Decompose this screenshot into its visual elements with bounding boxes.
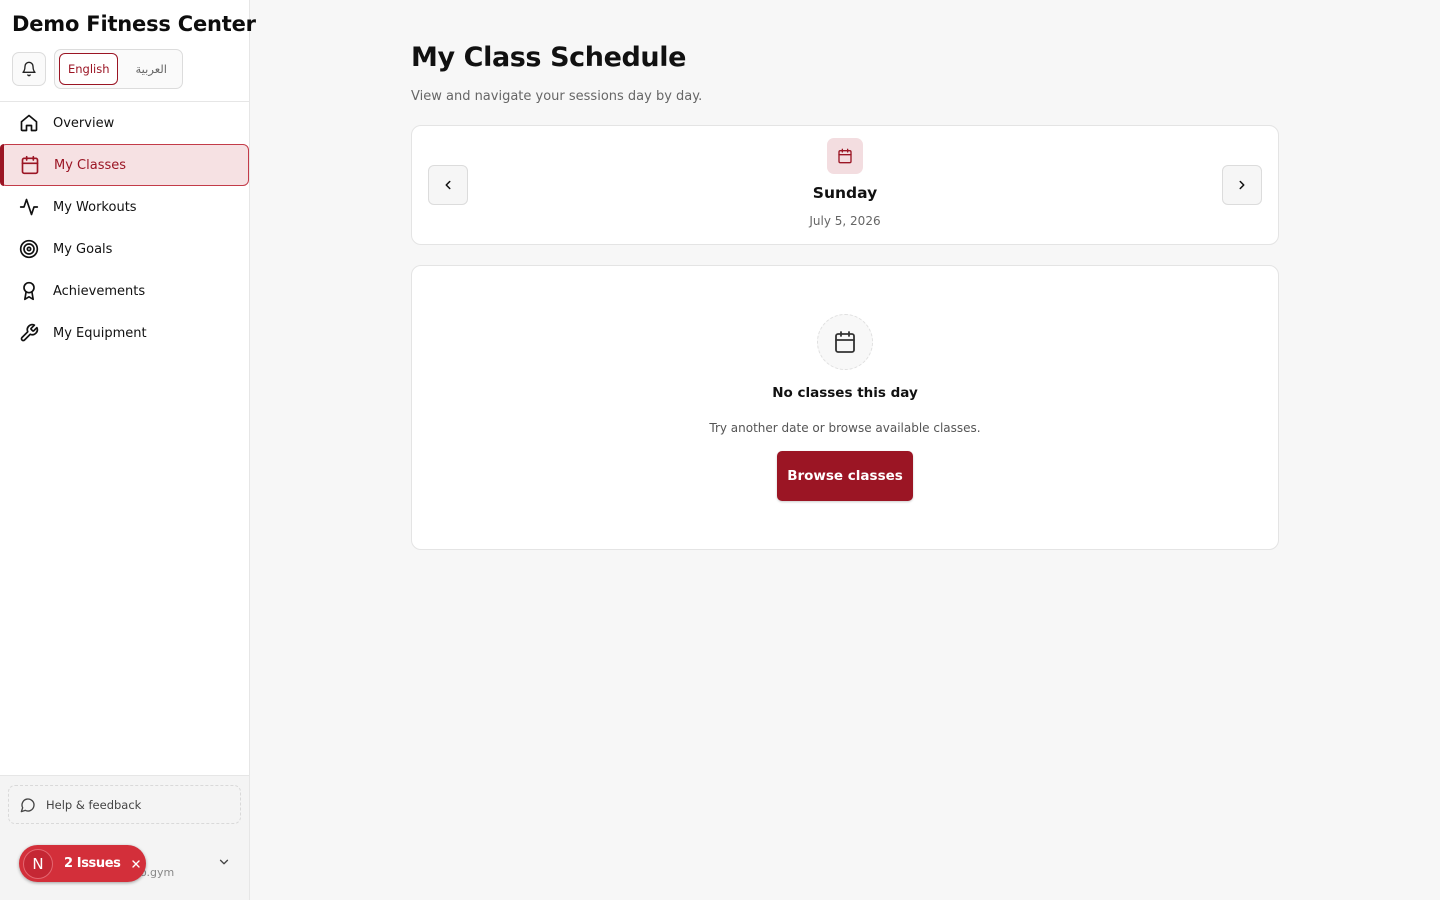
issues-avatar: N — [23, 848, 53, 879]
bell-icon — [22, 61, 36, 77]
page-subtitle: View and navigate your sessions day by d… — [411, 89, 703, 104]
issues-close-button[interactable] — [129, 857, 143, 871]
next-day-button[interactable] — [1222, 165, 1262, 205]
day-calendar-badge — [827, 138, 863, 174]
sidebar-item-label: My Goals — [53, 241, 113, 257]
target-icon — [18, 239, 39, 260]
day-name: Sunday — [812, 184, 878, 202]
award-icon — [18, 281, 39, 302]
sidebar-item-my-goals[interactable]: My Goals — [0, 228, 249, 270]
empty-state-title: No classes this day — [772, 385, 918, 401]
message-circle-icon — [20, 797, 35, 812]
issues-badge[interactable]: N 2 Issues — [19, 845, 146, 882]
empty-state-card: No classes this day Try another date or … — [411, 265, 1279, 550]
sidebar-item-my-equipment[interactable]: My Equipment — [0, 312, 249, 354]
browse-classes-button[interactable]: Browse classes — [777, 451, 913, 501]
wrench-icon — [18, 323, 39, 344]
sidebar-item-label: Achievements — [53, 283, 146, 299]
calendar-icon — [838, 148, 852, 164]
close-icon — [131, 859, 140, 868]
brand-name: Demo Fitness Center — [12, 12, 256, 36]
sidebar-item-label: My Equipment — [53, 325, 147, 341]
sidebar-item-my-workouts[interactable]: My Workouts — [0, 186, 249, 228]
sidebar: Demo Fitness Center English العربية Over… — [0, 0, 256, 900]
chevron-down-icon — [219, 859, 229, 865]
language-switcher: English العربية — [54, 49, 183, 89]
help-feedback-button[interactable]: Help & feedback — [8, 785, 241, 824]
language-english-button[interactable]: English — [59, 53, 119, 85]
notifications-button[interactable] — [12, 52, 46, 86]
calendar-icon — [835, 331, 855, 353]
user-menu-toggle[interactable] — [215, 853, 233, 871]
page-title: My Class Schedule — [411, 42, 686, 73]
sidebar-nav: Overview My Classes My Workouts My Goals… — [0, 102, 249, 354]
activity-icon — [18, 197, 39, 218]
chevron-right-icon — [1239, 180, 1245, 190]
empty-state-text: Try another date or browse available cla… — [709, 421, 981, 435]
sidebar-footer: Help & feedback o.gym N 2 Issues — [0, 775, 249, 900]
help-feedback-label: Help & feedback — [46, 797, 142, 812]
sidebar-item-label: My Classes — [54, 157, 127, 173]
day-navigator-card: Sunday July 5, 2026 — [411, 125, 1279, 245]
issues-count-label: 2 Issues — [64, 856, 121, 871]
sidebar-item-my-classes[interactable]: My Classes — [0, 144, 249, 186]
calendar-icon — [19, 155, 40, 176]
day-date: July 5, 2026 — [809, 214, 881, 228]
sidebar-item-label: Overview — [53, 115, 115, 131]
sidebar-item-overview[interactable]: Overview — [0, 102, 249, 144]
language-arabic-button[interactable]: العربية — [124, 53, 178, 85]
sidebar-item-achievements[interactable]: Achievements — [0, 270, 249, 312]
home-icon — [18, 113, 39, 134]
sidebar-item-label: My Workouts — [53, 199, 137, 215]
empty-state-icon-wrap — [817, 314, 873, 370]
